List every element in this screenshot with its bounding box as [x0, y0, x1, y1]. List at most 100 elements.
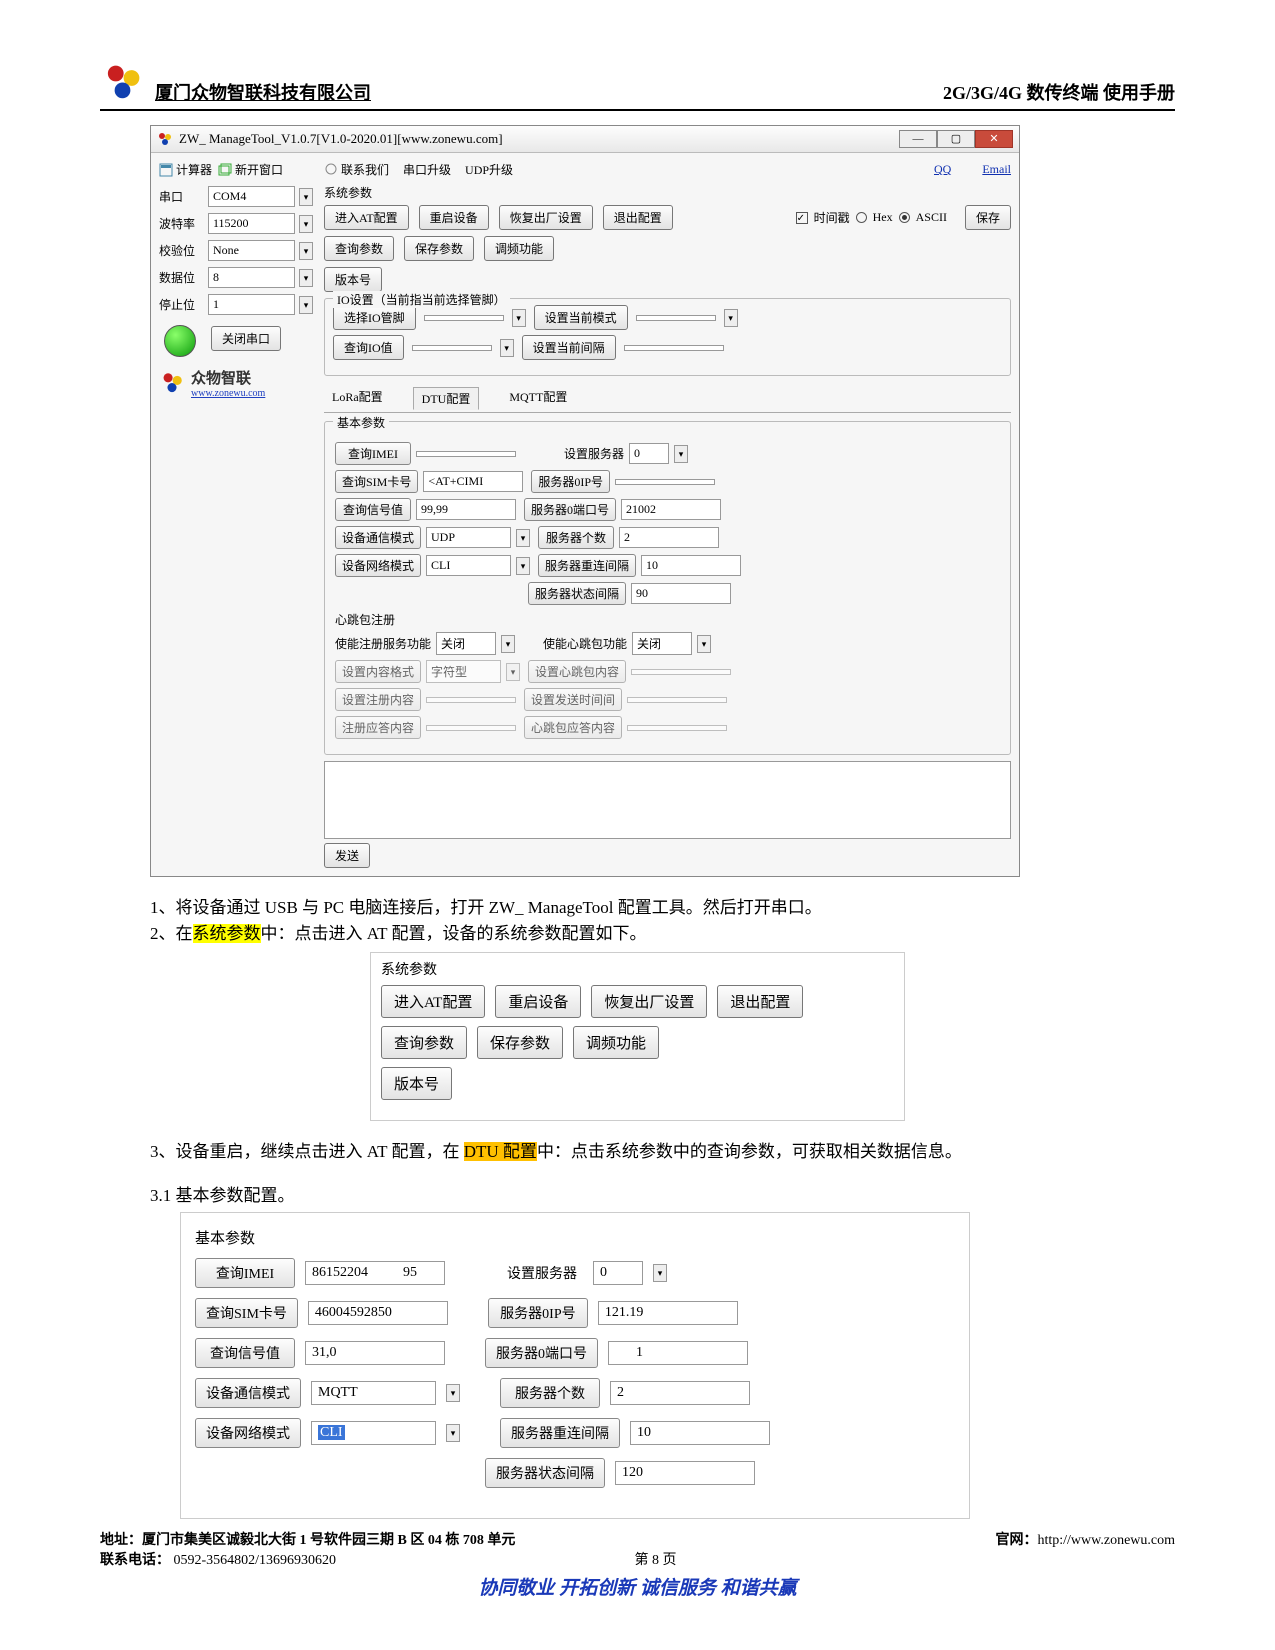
freq-button[interactable]: 调频功能 — [484, 236, 554, 261]
select-io-button[interactable]: 选择IO管脚 — [333, 305, 416, 330]
send-button[interactable]: 发送 — [324, 843, 370, 868]
freq-button2[interactable]: 调频功能 — [573, 1026, 659, 1059]
email-link[interactable]: Email — [982, 162, 1011, 177]
chevron-down-icon[interactable]: ▾ — [446, 1424, 460, 1442]
save-button2[interactable]: 保存参数 — [477, 1026, 563, 1059]
server-reconnect-button3[interactable]: 服务器重连间隔 — [500, 1418, 620, 1448]
io-value-select[interactable] — [412, 345, 492, 351]
chevron-down-icon[interactable]: ▾ — [299, 296, 313, 314]
chevron-down-icon[interactable]: ▾ — [724, 309, 738, 327]
chevron-down-icon[interactable]: ▾ — [299, 242, 313, 260]
restore-button2[interactable]: 恢复出厂设置 — [591, 985, 707, 1018]
enter-at-button[interactable]: 进入AT配置 — [324, 205, 409, 230]
server-reconnect-button[interactable]: 服务器重连间隔 — [538, 554, 636, 577]
send-textarea[interactable] — [324, 761, 1011, 839]
stopbits-select[interactable]: 1 — [208, 294, 295, 315]
exit-button2[interactable]: 退出配置 — [717, 985, 803, 1018]
chevron-down-icon[interactable]: ▾ — [674, 445, 688, 463]
query-io-button[interactable]: 查询IO值 — [333, 335, 404, 360]
comm-mode-value3[interactable]: MQTT — [311, 1381, 436, 1405]
chevron-down-icon[interactable]: ▾ — [299, 188, 313, 206]
close-button[interactable]: ✕ — [975, 130, 1013, 148]
tab-mqtt[interactable]: MQTT配置 — [501, 386, 575, 409]
close-port-button[interactable]: 关闭串口 — [211, 326, 281, 351]
baud-select[interactable]: 115200 — [208, 213, 295, 234]
exit-config-button[interactable]: 退出配置 — [603, 205, 673, 230]
reboot-button2[interactable]: 重启设备 — [495, 985, 581, 1018]
titlebar[interactable]: ZW_ ManageTool_V1.0.7[V1.0-2020.01][www.… — [151, 126, 1019, 153]
calculator-link[interactable]: 计算器 — [159, 161, 212, 178]
parity-select[interactable]: None — [208, 240, 295, 261]
contact-link[interactable]: 联系我们 — [324, 161, 389, 178]
net-mode-button3[interactable]: 设备网络模式 — [195, 1418, 301, 1448]
minimize-button[interactable]: — — [899, 130, 937, 148]
reboot-button[interactable]: 重启设备 — [419, 205, 489, 230]
tab-dtu[interactable]: DTU配置 — [413, 387, 480, 410]
server-ip-button[interactable]: 服务器0IP号 — [531, 470, 610, 493]
net-mode-value3[interactable]: CLI — [311, 1421, 436, 1445]
timestamp-checkbox[interactable] — [796, 212, 808, 224]
imei-input[interactable] — [416, 451, 516, 457]
ascii-radio[interactable] — [899, 212, 910, 223]
server-reconnect-input[interactable]: 10 — [641, 555, 741, 576]
serial-upgrade-link[interactable]: 串口升级 — [403, 161, 451, 178]
hex-radio[interactable] — [856, 212, 867, 223]
qq-link[interactable]: QQ — [934, 162, 951, 177]
query-imei-button3[interactable]: 查询IMEI — [195, 1258, 295, 1288]
server-index3[interactable]: 0 — [593, 1261, 643, 1285]
io-gap-input[interactable] — [624, 345, 724, 351]
signal-input[interactable]: 99,99 — [416, 499, 516, 520]
io-pin-select[interactable] — [424, 315, 504, 321]
new-window-link[interactable]: 新开窗口 — [218, 161, 283, 178]
server-status-button[interactable]: 服务器状态间隔 — [528, 582, 626, 605]
chevron-down-icon[interactable]: ▾ — [299, 269, 313, 287]
server-count-input[interactable]: 2 — [619, 527, 719, 548]
chevron-down-icon[interactable]: ▾ — [516, 529, 530, 547]
enable-reg-select[interactable]: 关闭 — [436, 632, 496, 655]
server-ip-input[interactable] — [615, 479, 715, 485]
chevron-down-icon[interactable]: ▾ — [446, 1384, 460, 1402]
save-params-button[interactable]: 保存参数 — [404, 236, 474, 261]
udp-upgrade-link[interactable]: UDP升级 — [465, 161, 513, 178]
chevron-down-icon[interactable]: ▾ — [516, 557, 530, 575]
server-ip-button3[interactable]: 服务器0IP号 — [488, 1298, 588, 1328]
query-sim-button[interactable]: 查询SIM卡号 — [335, 470, 418, 493]
query-signal-button[interactable]: 查询信号值 — [335, 498, 411, 521]
imei-value3[interactable]: 86152204 95 — [305, 1261, 445, 1285]
set-mode-button[interactable]: 设置当前模式 — [534, 305, 628, 330]
chevron-down-icon[interactable]: ▾ — [501, 635, 515, 653]
net-mode-button[interactable]: 设备网络模式 — [335, 554, 421, 577]
chevron-down-icon[interactable]: ▾ — [697, 635, 711, 653]
maximize-button[interactable]: ▢ — [937, 130, 975, 148]
chevron-down-icon[interactable]: ▾ — [500, 339, 514, 357]
comm-mode-select[interactable]: UDP — [426, 527, 511, 548]
server-count-button3[interactable]: 服务器个数 — [500, 1378, 600, 1408]
query-button2[interactable]: 查询参数 — [381, 1026, 467, 1059]
server-port-button3[interactable]: 服务器0端口号 — [485, 1338, 598, 1368]
server-port-button[interactable]: 服务器0端口号 — [524, 498, 616, 521]
chevron-down-icon[interactable]: ▾ — [512, 309, 526, 327]
restore-button[interactable]: 恢复出厂设置 — [499, 205, 593, 230]
chevron-down-icon[interactable]: ▾ — [653, 1264, 667, 1282]
query-signal-button3[interactable]: 查询信号值 — [195, 1338, 295, 1368]
save-log-button[interactable]: 保存 — [965, 205, 1011, 230]
server-port-input[interactable]: 21002 — [621, 499, 721, 520]
comm-mode-button[interactable]: 设备通信模式 — [335, 526, 421, 549]
server-port-value3[interactable]: 1 — [608, 1341, 748, 1365]
comm-mode-button3[interactable]: 设备通信模式 — [195, 1378, 301, 1408]
enable-hb-select[interactable]: 关闭 — [632, 632, 692, 655]
server-reconnect-value3[interactable]: 10 — [630, 1421, 770, 1445]
server-index-select[interactable]: 0 — [629, 443, 669, 464]
server-ip-value3[interactable]: 121.19 — [598, 1301, 738, 1325]
io-mode-select[interactable] — [636, 315, 716, 321]
sim-value3[interactable]: 46004592850 — [308, 1301, 448, 1325]
tab-lora[interactable]: LoRa配置 — [324, 386, 391, 409]
signal-value3[interactable]: 31,0 — [305, 1341, 445, 1365]
set-gap-button[interactable]: 设置当前间隔 — [522, 335, 616, 360]
query-sim-button3[interactable]: 查询SIM卡号 — [195, 1298, 298, 1328]
server-count-value3[interactable]: 2 — [610, 1381, 750, 1405]
server-status-value3[interactable]: 120 — [615, 1461, 755, 1485]
enter-at-button2[interactable]: 进入AT配置 — [381, 985, 485, 1018]
server-status-button3[interactable]: 服务器状态间隔 — [485, 1458, 605, 1488]
sim-input[interactable]: <AT+CIMI — [423, 471, 523, 492]
